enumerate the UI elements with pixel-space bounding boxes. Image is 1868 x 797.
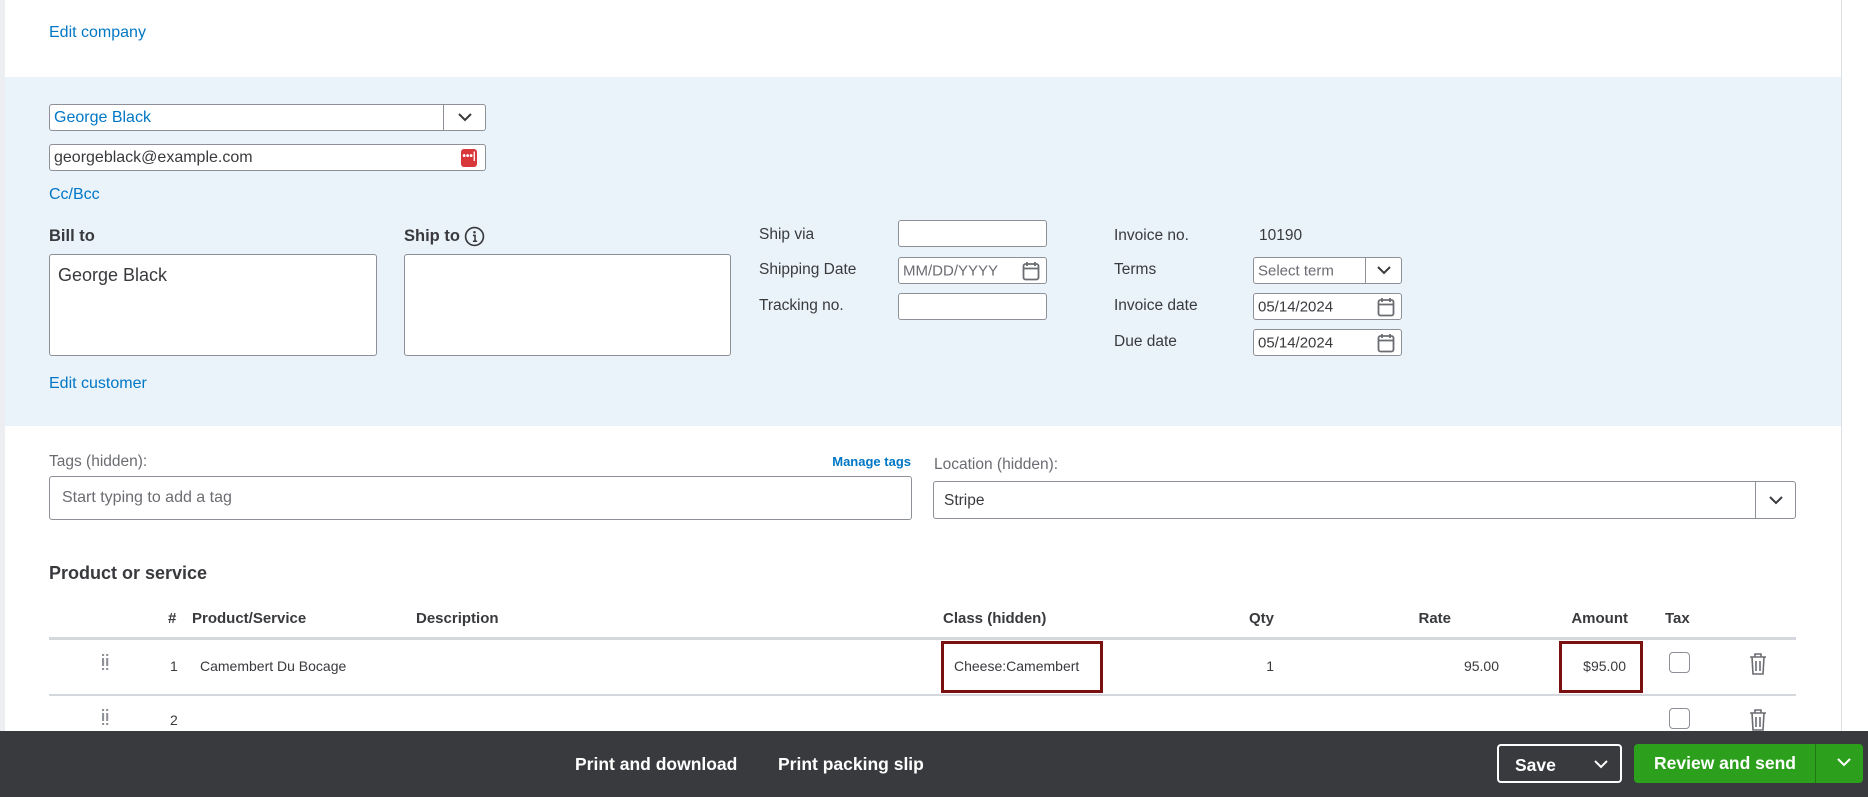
col-product: Product/Service: [192, 610, 307, 627]
row-amount: $95.00: [1583, 658, 1626, 674]
tax-checkbox[interactable]: [1669, 708, 1690, 729]
due-date-input[interactable]: 05/14/2024: [1253, 329, 1402, 356]
split-divider: [1815, 744, 1816, 783]
due-date-value: 05/14/2024: [1258, 334, 1334, 351]
invoice-no-value: 10190: [1259, 227, 1303, 244]
col-amount: Amount: [1571, 610, 1628, 627]
shipping-date-placeholder: MM/DD/YYYY: [903, 262, 999, 279]
customer-select[interactable]: George Black: [49, 104, 486, 131]
col-tax: Tax: [1665, 610, 1690, 627]
bill-to-value: George Black: [58, 265, 168, 285]
row-product[interactable]: Camembert Du Bocage: [200, 658, 346, 674]
location-select[interactable]: Stripe: [933, 481, 1796, 519]
cc-bcc-link[interactable]: Cc/Bcc: [49, 186, 100, 204]
customer-name: George Black: [54, 108, 151, 126]
print-download-button[interactable]: Print and download: [575, 754, 737, 775]
table-row[interactable]: ⠿ ⠿ 1 Camembert Du Bocage Cheese:Camember…: [49, 640, 1796, 694]
save-label: Save: [1515, 755, 1556, 775]
due-date-label: Due date: [1114, 333, 1177, 350]
trash-icon[interactable]: [1749, 708, 1767, 732]
invoice-date-value: 05/14/2024: [1258, 298, 1334, 315]
bill-to-textarea[interactable]: George Black: [49, 254, 377, 356]
col-qty: Qty: [1248, 610, 1274, 627]
tracking-input[interactable]: [898, 293, 1047, 320]
email-field[interactable]: georgeblack@example.com •••|: [49, 144, 486, 171]
row-num: 1: [170, 658, 178, 674]
invoice-date-label: Invoice date: [1114, 297, 1198, 314]
chevron-down-icon[interactable]: [443, 105, 485, 130]
save-button[interactable]: Save: [1497, 744, 1622, 783]
calendar-icon[interactable]: [1022, 261, 1040, 281]
tags-label: Tags (hidden):: [49, 453, 148, 470]
bill-to-label: Bill to: [49, 227, 95, 245]
manage-tags-link[interactable]: Manage tags: [832, 454, 911, 469]
location-value: Stripe: [944, 492, 985, 509]
trash-icon[interactable]: [1749, 652, 1767, 676]
location-label: Location (hidden):: [934, 456, 1059, 473]
tags-input[interactable]: Start typing to add a tag: [49, 476, 912, 520]
terms-placeholder: Select term: [1258, 262, 1334, 279]
calendar-icon[interactable]: [1377, 333, 1395, 353]
invoice-no-label: Invoice no.: [1114, 227, 1189, 244]
row-class[interactable]: Cheese:Camembert: [954, 658, 1079, 674]
table-row[interactable]: ⠿ ⠿ 2: [49, 696, 1796, 731]
row-rate[interactable]: 95.00: [1464, 658, 1499, 674]
shipping-date-label: Shipping Date: [759, 261, 857, 278]
calendar-icon[interactable]: [1377, 297, 1395, 317]
shipping-date-input[interactable]: MM/DD/YYYY: [898, 257, 1047, 284]
invoice-date-input[interactable]: 05/14/2024: [1253, 293, 1402, 320]
tags-placeholder: Start typing to add a tag: [62, 489, 232, 506]
chevron-down-icon[interactable]: [1837, 758, 1851, 767]
col-description: Description: [416, 610, 499, 627]
ship-to-label: Ship to: [404, 227, 460, 245]
print-packing-slip-button[interactable]: Print packing slip: [778, 754, 924, 775]
ship-to-textarea[interactable]: [404, 254, 731, 356]
chevron-down-icon[interactable]: [1594, 760, 1608, 769]
review-send-label: Review and send: [1654, 753, 1796, 773]
drag-handle-icon[interactable]: ⠿ ⠿: [100, 708, 111, 728]
email-value: georgeblack@example.com: [54, 148, 253, 166]
col-num: #: [168, 610, 177, 627]
tracking-label: Tracking no.: [759, 297, 844, 314]
ship-via-label: Ship via: [759, 226, 815, 243]
chevron-down-icon[interactable]: [1365, 258, 1401, 283]
col-rate: Rate: [1418, 610, 1451, 627]
password-manager-icon[interactable]: •••|: [461, 149, 477, 167]
review-send-button[interactable]: Review and send: [1634, 744, 1863, 783]
info-icon[interactable]: [464, 226, 485, 247]
right-divider: [1841, 0, 1842, 731]
terms-select[interactable]: Select term: [1253, 257, 1402, 284]
row-qty[interactable]: 1: [1266, 658, 1274, 674]
edit-company-link[interactable]: Edit company: [49, 24, 146, 42]
tax-checkbox[interactable]: [1669, 652, 1690, 673]
drag-handle-icon[interactable]: ⠿ ⠿: [100, 653, 111, 673]
edit-customer-link[interactable]: Edit customer: [49, 375, 147, 393]
row-num: 2: [170, 712, 178, 728]
products-title: Product or service: [49, 563, 208, 583]
ship-via-input[interactable]: [898, 220, 1047, 247]
col-class: Class (hidden): [943, 610, 1047, 627]
terms-label: Terms: [1114, 261, 1157, 278]
chevron-down-icon[interactable]: [1755, 482, 1795, 518]
